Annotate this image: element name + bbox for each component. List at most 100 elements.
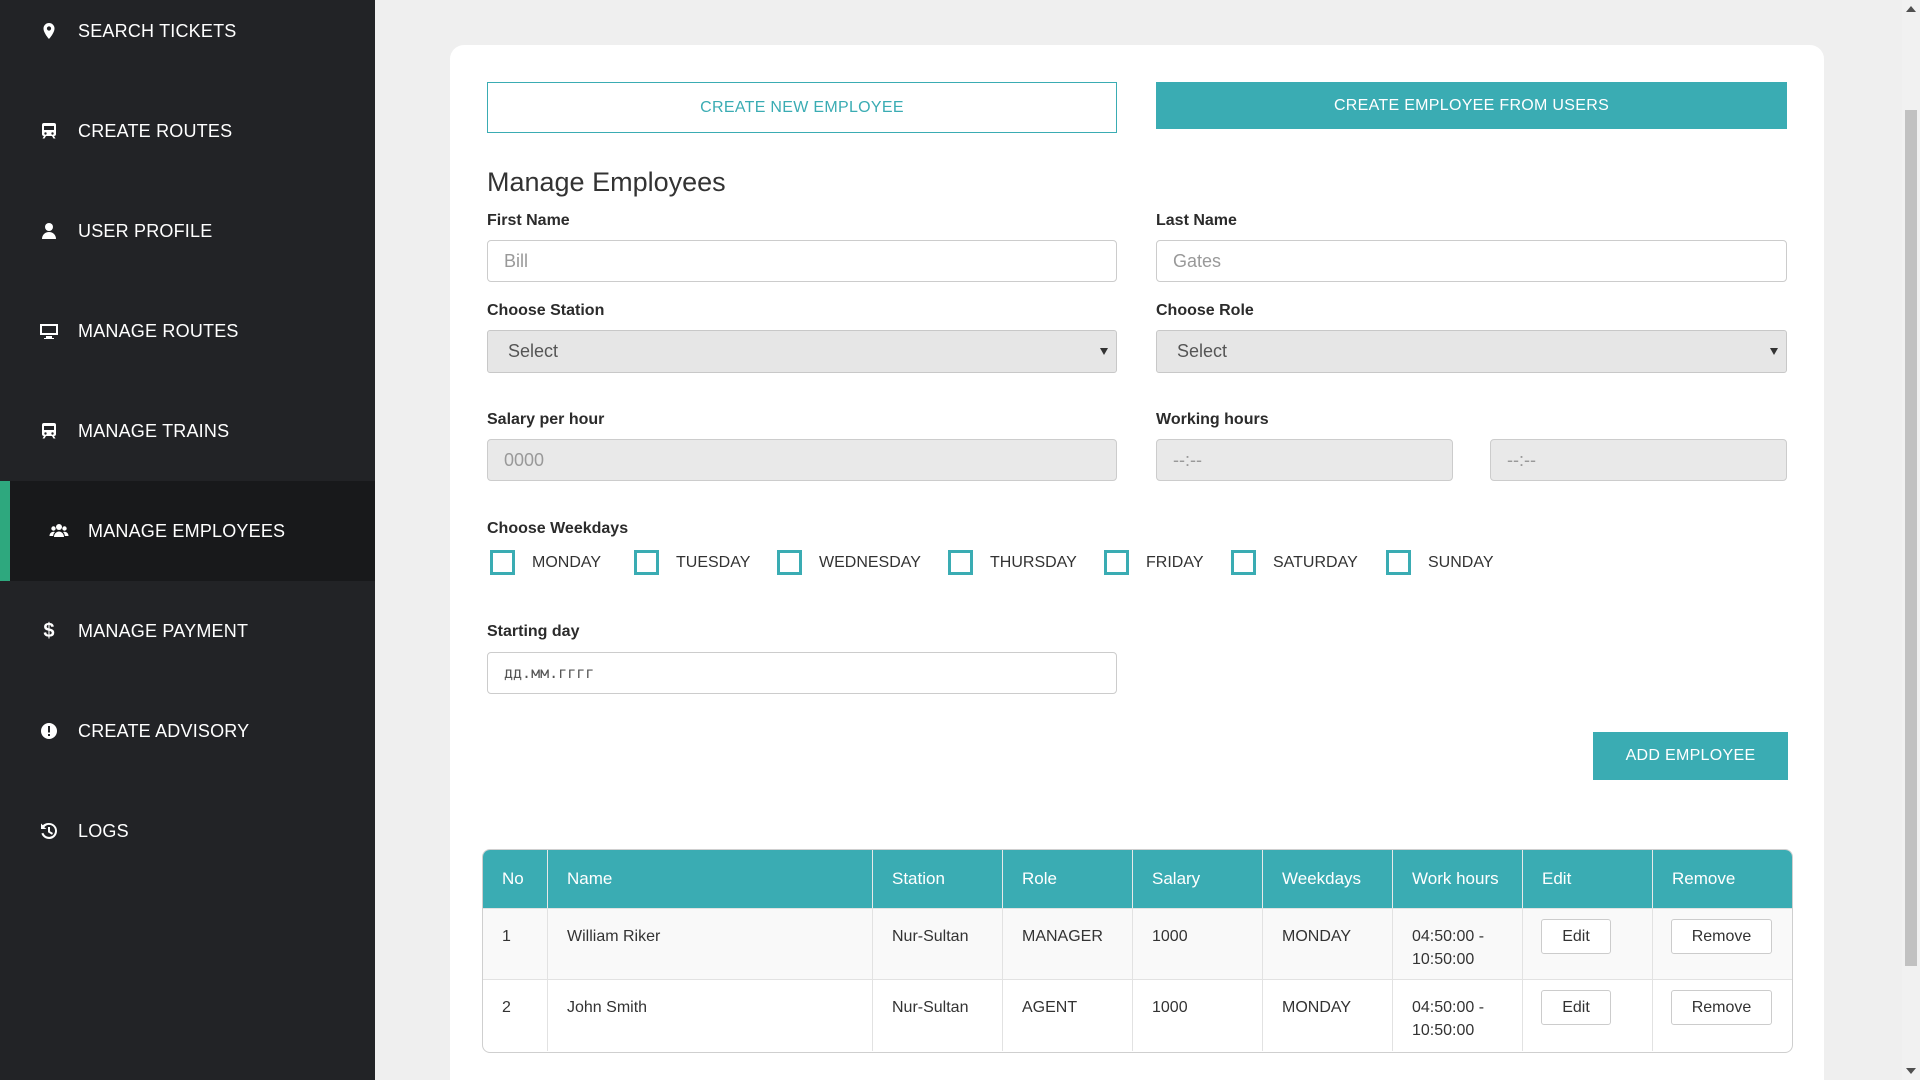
scrollbar-thumb[interactable] bbox=[1905, 110, 1917, 966]
cell-work-hours: 04:50:00 - 10:50:00 bbox=[1393, 909, 1523, 980]
weekday-label: MONDAY bbox=[532, 553, 602, 571]
checkbox-icon[interactable] bbox=[1231, 550, 1256, 575]
weekday-tuesday-checkbox[interactable]: TUESDAY bbox=[634, 550, 750, 575]
sidebar-item-search-tickets[interactable]: SEARCH TICKETS bbox=[0, 0, 375, 81]
train-icon bbox=[38, 120, 60, 142]
weekday-label: FRIDAY bbox=[1146, 553, 1204, 571]
active-indicator bbox=[0, 481, 10, 581]
weekday-label: THURSDAY bbox=[990, 553, 1077, 571]
cell-salary: 1000 bbox=[1133, 909, 1263, 980]
work-hours-end: 10:50:00 bbox=[1412, 1022, 1475, 1039]
salary-placeholder: 0000 bbox=[504, 449, 545, 470]
sidebar-item-label: MANAGE PAYMENT bbox=[78, 620, 249, 641]
checkbox-icon[interactable] bbox=[634, 550, 659, 575]
table-header: No Name Station Role Salary Weekdays Wor… bbox=[483, 850, 1792, 908]
sidebar-item-manage-routes[interactable]: MANAGE ROUTES bbox=[0, 281, 375, 381]
checkbox-icon[interactable] bbox=[948, 550, 973, 575]
sidebar-item-logs[interactable]: LOGS bbox=[0, 781, 375, 881]
remove-button[interactable]: Remove bbox=[1671, 990, 1772, 1025]
first-name-label: First Name bbox=[487, 212, 570, 229]
sidebar-item-manage-employees[interactable]: MANAGE EMPLOYEES bbox=[0, 481, 375, 581]
column-header: No bbox=[483, 850, 548, 908]
working-hours-end-field[interactable]: --:-- bbox=[1490, 439, 1787, 481]
remove-button[interactable]: Remove bbox=[1671, 919, 1772, 954]
user-icon bbox=[38, 220, 60, 242]
users-icon bbox=[48, 520, 70, 542]
train-icon bbox=[38, 420, 60, 442]
map-pin-icon bbox=[38, 20, 60, 42]
sidebar-item-create-routes[interactable]: CREATE ROUTES bbox=[0, 81, 375, 181]
sidebar-item-label: CREATE ADVISORY bbox=[78, 720, 250, 741]
sidebar-item-manage-payment[interactable]: $ MANAGE PAYMENT bbox=[0, 581, 375, 681]
sidebar-item-label: LOGS bbox=[78, 820, 129, 841]
sidebar-item-label: CREATE ROUTES bbox=[78, 120, 233, 141]
cell-role: MANAGER bbox=[1003, 909, 1133, 980]
weekday-monday-checkbox[interactable]: MONDAY bbox=[490, 550, 601, 575]
first-name-field[interactable]: Bill bbox=[487, 240, 1117, 282]
sidebar-item-label: MANAGE EMPLOYEES bbox=[88, 520, 286, 541]
cell-station: Nur-Sultan bbox=[873, 980, 1003, 1051]
role-select[interactable]: Select bbox=[1156, 330, 1787, 373]
salary-label: Salary per hour bbox=[487, 411, 605, 428]
exclamation-circle-icon bbox=[38, 720, 60, 742]
sidebar-item-create-advisory[interactable]: CREATE ADVISORY bbox=[0, 681, 375, 781]
scroll-up-icon[interactable] bbox=[1906, 6, 1916, 12]
working-hours-end-value: --:-- bbox=[1507, 449, 1536, 470]
column-header: Weekdays bbox=[1263, 850, 1393, 908]
edit-button[interactable]: Edit bbox=[1541, 919, 1611, 954]
checkbox-icon[interactable] bbox=[1104, 550, 1129, 575]
weekday-saturday-checkbox[interactable]: SATURDAY bbox=[1231, 550, 1358, 575]
weekday-label: TUESDAY bbox=[676, 553, 751, 571]
weekday-sunday-checkbox[interactable]: SUNDAY bbox=[1386, 550, 1494, 575]
column-header: Name bbox=[548, 850, 873, 908]
weekday-label: SUNDAY bbox=[1428, 553, 1494, 571]
starting-day-label: Starting day bbox=[487, 623, 580, 640]
work-hours-start: 04:50:00 - bbox=[1412, 999, 1485, 1016]
sidebar: SEARCH TICKETS CREATE ROUTES USER PROFIL… bbox=[0, 0, 375, 1080]
cell-work-hours: 04:50:00 - 10:50:00 bbox=[1393, 980, 1523, 1051]
cell-weekdays: MONDAY bbox=[1263, 980, 1393, 1051]
station-select[interactable]: Select bbox=[487, 330, 1117, 373]
column-header: Role bbox=[1003, 850, 1133, 908]
employees-table: No Name Station Role Salary Weekdays Wor… bbox=[482, 849, 1793, 1053]
edit-button[interactable]: Edit bbox=[1541, 990, 1611, 1025]
salary-field[interactable]: 0000 bbox=[487, 439, 1117, 481]
work-hours-end: 10:50:00 bbox=[1412, 951, 1475, 968]
weekday-thursday-checkbox[interactable]: THURSDAY bbox=[948, 550, 1077, 575]
table-row: 1 William Riker Nur-Sultan MANAGER 1000 … bbox=[483, 908, 1792, 980]
working-hours-start-field[interactable]: --:-- bbox=[1156, 439, 1453, 481]
last-name-placeholder: Gates bbox=[1173, 250, 1222, 271]
sidebar-item-manage-trains[interactable]: MANAGE TRAINS bbox=[0, 381, 375, 481]
cell-salary: 1000 bbox=[1133, 980, 1263, 1051]
starting-day-field[interactable]: дд.мм.гггг bbox=[487, 652, 1117, 694]
working-hours-label: Working hours bbox=[1156, 411, 1269, 428]
scrollbar[interactable] bbox=[1902, 0, 1920, 1080]
cell-name: William Riker bbox=[548, 909, 873, 980]
last-name-label: Last Name bbox=[1156, 212, 1237, 229]
sidebar-item-user-profile[interactable]: USER PROFILE bbox=[0, 181, 375, 281]
checkbox-icon[interactable] bbox=[1386, 550, 1411, 575]
cell-name: John Smith bbox=[548, 980, 873, 1051]
weekday-friday-checkbox[interactable]: FRIDAY bbox=[1104, 550, 1203, 575]
create-new-employee-button[interactable]: CREATE NEW EMPLOYEE bbox=[487, 82, 1117, 133]
cell-edit: Edit bbox=[1523, 980, 1653, 1051]
add-employee-button[interactable]: ADD EMPLOYEE bbox=[1593, 732, 1788, 780]
weekdays-label: Choose Weekdays bbox=[487, 520, 629, 537]
cell-remove: Remove bbox=[1653, 980, 1792, 1051]
cell-no: 1 bbox=[483, 909, 548, 980]
role-label: Choose Role bbox=[1156, 302, 1254, 319]
first-name-placeholder: Bill bbox=[504, 250, 529, 271]
chevron-down-icon bbox=[1100, 348, 1108, 355]
monitor-icon bbox=[38, 320, 60, 342]
create-employee-from-users-button[interactable]: CREATE EMPLOYEE FROM USERS bbox=[1156, 82, 1787, 129]
checkbox-icon[interactable] bbox=[777, 550, 802, 575]
last-name-field[interactable]: Gates bbox=[1156, 240, 1787, 282]
starting-day-placeholder: дд.мм.гггг bbox=[504, 664, 595, 682]
checkbox-icon[interactable] bbox=[490, 550, 515, 575]
column-header: Remove bbox=[1672, 869, 1736, 888]
column-header: Salary bbox=[1133, 850, 1263, 908]
scroll-down-icon[interactable] bbox=[1906, 1068, 1916, 1074]
column-header: Edit bbox=[1523, 850, 1653, 908]
dollar-icon: $ bbox=[43, 619, 55, 642]
weekday-wednesday-checkbox[interactable]: WEDNESDAY bbox=[777, 550, 921, 575]
